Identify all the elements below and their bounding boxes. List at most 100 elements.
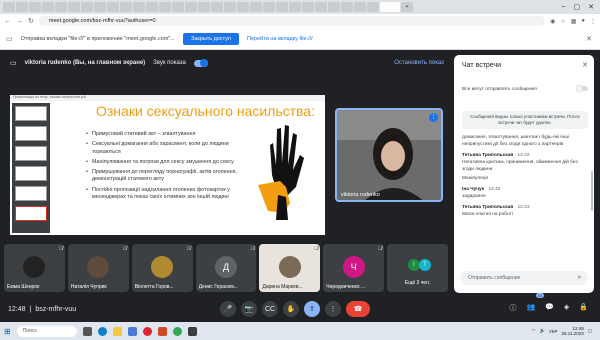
- browser-tab[interactable]: [289, 2, 301, 12]
- browser-tab-active[interactable]: [380, 2, 400, 12]
- browser-tab[interactable]: [55, 2, 67, 12]
- participant-tile[interactable]: 🎙̸ Віолетта Горов...: [131, 244, 193, 292]
- browser-tab[interactable]: [263, 2, 275, 12]
- browser-tab[interactable]: [81, 2, 93, 12]
- extensions-icon[interactable]: ▦: [571, 18, 577, 25]
- slide-thumbnail[interactable]: [15, 106, 47, 121]
- browser-tab[interactable]: [185, 2, 197, 12]
- browser-tab[interactable]: [133, 2, 145, 12]
- pin-icon[interactable]: ⋮: [429, 113, 438, 122]
- app-icon[interactable]: [157, 326, 167, 336]
- slide-thumbnail[interactable]: [15, 186, 47, 201]
- more-options-button[interactable]: ⋮: [325, 301, 341, 317]
- chat-sender: Іна Чучук: [462, 186, 485, 192]
- participant-tile[interactable]: 🎙̸ Наталія Чуприк: [67, 244, 129, 292]
- close-icon[interactable]: ✕: [582, 61, 588, 69]
- more-participants-tile[interactable]: І Т Ещё 3 чел.: [387, 244, 449, 292]
- mic-off-icon: 🎙̸: [58, 246, 63, 252]
- menu-icon[interactable]: ⋮: [590, 18, 596, 25]
- speaker-tile[interactable]: ⋮ viktoria rudenko: [335, 108, 443, 202]
- close-window-icon[interactable]: ✕: [588, 3, 594, 11]
- browser-tab[interactable]: [107, 2, 119, 12]
- chrome-icon[interactable]: [172, 326, 182, 336]
- browser-tab[interactable]: [120, 2, 132, 12]
- chat-input[interactable]: Отправить сообщение ➤: [460, 271, 588, 285]
- stop-access-button[interactable]: Закрыть доступ: [182, 32, 239, 45]
- maximize-icon[interactable]: ▢: [574, 3, 581, 11]
- browser-tab[interactable]: [341, 2, 353, 12]
- forward-icon[interactable]: →: [16, 18, 23, 25]
- slide-thumbnail[interactable]: [15, 126, 47, 141]
- new-tab-icon[interactable]: +: [401, 2, 413, 12]
- slide-thumbnail[interactable]: [15, 146, 47, 161]
- volume-icon[interactable]: 🔊: [539, 328, 545, 334]
- sharing-info-text: Отправка вкладки "file:///" в приложение…: [20, 35, 175, 42]
- camera-indicator-icon[interactable]: ◉: [550, 18, 555, 25]
- browser-tab[interactable]: [42, 2, 54, 12]
- browser-tab[interactable]: [315, 2, 327, 12]
- participant-tile[interactable]: 🎙̸ Емма Шенрок: [4, 244, 65, 292]
- camera-button[interactable]: 📷: [241, 301, 257, 317]
- switch-to-tab-link[interactable]: Перейти на вкладку file:///: [247, 36, 313, 42]
- browser-tab[interactable]: [3, 2, 15, 12]
- browser-tab[interactable]: [211, 2, 223, 12]
- opera-icon[interactable]: [142, 326, 152, 336]
- file-explorer-icon[interactable]: [112, 326, 122, 336]
- send-icon[interactable]: ➤: [577, 271, 582, 285]
- participant-tile[interactable]: 🎙̸ Д Денис Герасим...: [195, 244, 257, 292]
- browser-tab[interactable]: [237, 2, 249, 12]
- participant-tile[interactable]: 🎙̸ Ч Чередниченко ...: [323, 244, 385, 292]
- stop-presenting-button[interactable]: Остановить показ: [394, 60, 444, 66]
- captions-button[interactable]: CC: [262, 301, 278, 317]
- browser-tab[interactable]: [224, 2, 236, 12]
- people-icon[interactable]: 👥: [526, 303, 535, 313]
- minimize-icon[interactable]: –: [562, 3, 566, 11]
- info-icon[interactable]: ⓘ: [509, 303, 516, 313]
- windows-start-icon[interactable]: ⊞: [4, 327, 11, 336]
- raise-hand-button[interactable]: ✋: [283, 301, 299, 317]
- browser-tab[interactable]: [68, 2, 80, 12]
- slide-thumbnail[interactable]: [15, 166, 47, 181]
- back-icon[interactable]: ←: [4, 18, 11, 25]
- sound-toggle[interactable]: [193, 58, 208, 67]
- host-controls-icon[interactable]: 🔒: [579, 303, 588, 313]
- chat-scrollbar[interactable]: [591, 171, 593, 211]
- participant-tile[interactable]: 🎙̸ Дарина Маркев...: [259, 244, 321, 292]
- microphone-button[interactable]: 🎤: [220, 301, 236, 317]
- activities-icon[interactable]: ◈: [564, 303, 569, 313]
- reload-icon[interactable]: ↻: [28, 17, 34, 25]
- store-icon[interactable]: [127, 326, 137, 336]
- browser-tab[interactable]: [276, 2, 288, 12]
- present-button[interactable]: ⇪: [304, 301, 320, 317]
- app-icon[interactable]: [187, 326, 197, 336]
- task-view-icon[interactable]: [82, 326, 92, 336]
- end-call-button[interactable]: ☎: [346, 301, 370, 317]
- language-indicator[interactable]: УКР: [549, 329, 557, 334]
- clock[interactable]: 12:48 28.11.2023: [562, 326, 584, 337]
- wifi-icon[interactable]: ◠: [532, 328, 536, 334]
- slide-thumbnail-selected[interactable]: [15, 206, 47, 221]
- chat-icon[interactable]: 💬: [545, 303, 554, 313]
- browser-tab[interactable]: [172, 2, 184, 12]
- chat-message-text: задирання: [462, 193, 486, 199]
- edge-icon[interactable]: [97, 326, 107, 336]
- browser-tab[interactable]: [198, 2, 210, 12]
- browser-tab[interactable]: [250, 2, 262, 12]
- browser-tab[interactable]: [367, 2, 379, 12]
- browser-tab[interactable]: [302, 2, 314, 12]
- browser-tab[interactable]: [29, 2, 41, 12]
- bookmark-star-icon[interactable]: ☆: [560, 18, 565, 25]
- browser-tab[interactable]: [146, 2, 158, 12]
- browser-tab[interactable]: [94, 2, 106, 12]
- browser-tab[interactable]: [354, 2, 366, 12]
- mic-off-icon: 🎙̸: [186, 246, 191, 252]
- notifications-icon[interactable]: ▢: [588, 328, 592, 334]
- url-field[interactable]: meet.google.com/bsz-mfhr-vuu?authuser=0: [38, 16, 546, 26]
- browser-tab[interactable]: [159, 2, 171, 12]
- close-icon[interactable]: ✕: [586, 35, 592, 43]
- profile-icon[interactable]: ●: [581, 18, 585, 25]
- taskbar-search[interactable]: Поиск: [16, 325, 77, 337]
- browser-tab[interactable]: [16, 2, 28, 12]
- chat-permission-toggle[interactable]: [576, 85, 588, 92]
- browser-tab[interactable]: [328, 2, 340, 12]
